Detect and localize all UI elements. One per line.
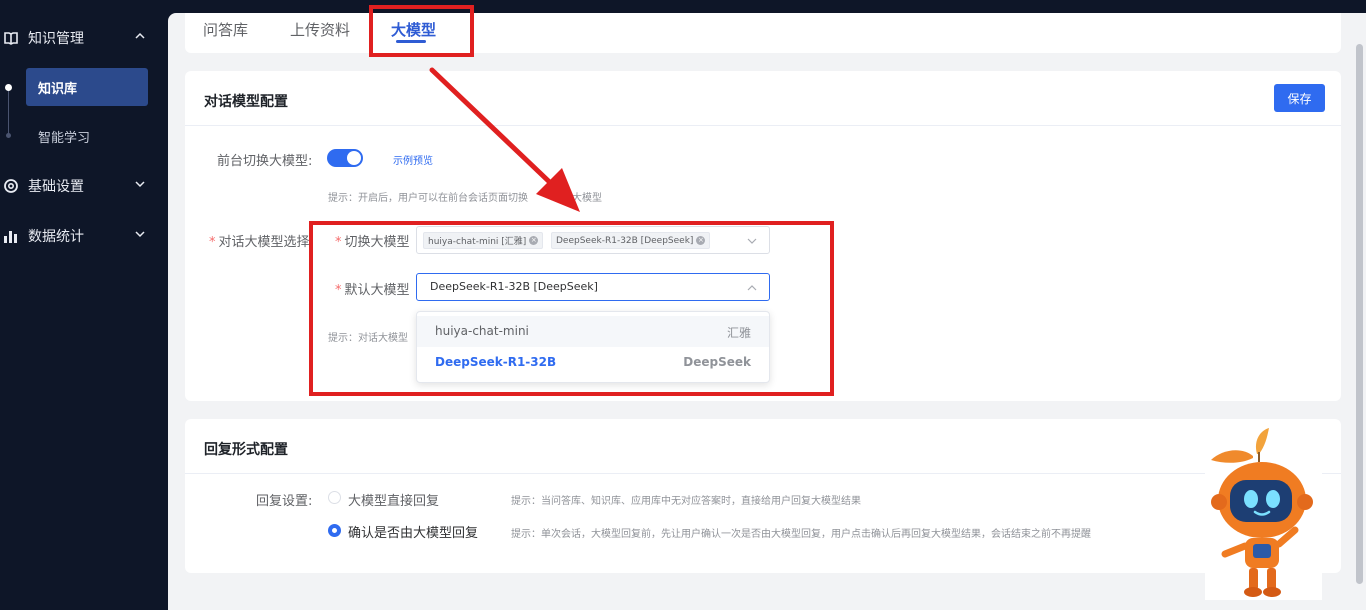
model-select-label: * 对话大模型选择: <box>209 235 314 250</box>
tab-upload-materials[interactable]: 上传资料 <box>290 19 350 40</box>
radio-direct-reply[interactable] <box>328 491 341 504</box>
robot-icon <box>1211 428 1313 597</box>
nav-group-label: 知识管理 <box>28 31 84 47</box>
radio-hint: 提示：当问答库、知识库、应用库中无对应答案时，直接给用户回复大模型结果 <box>511 496 861 507</box>
switch-label: 前台切换大模型: <box>217 154 313 169</box>
radio-label[interactable]: 确认是否由大模型回复 <box>348 522 478 541</box>
scrollbar-thumb[interactable] <box>1356 44 1363 584</box>
chevron-up-icon <box>135 32 145 39</box>
annotation-box-tab <box>369 5 474 57</box>
save-button[interactable]: 保存 <box>1274 84 1325 112</box>
radio-label[interactable]: 大模型直接回复 <box>348 490 439 509</box>
switch-hint-tail: 大模型 <box>572 193 602 204</box>
settings-icon <box>2 177 20 195</box>
chevron-down-icon <box>135 231 145 238</box>
book-icon <box>2 29 20 47</box>
tabs-bar: 问答库 上传资料 大模型 <box>185 13 1341 53</box>
card-title: 回复形式配置 <box>204 442 288 458</box>
annotation-box-model-select <box>309 221 834 396</box>
bar-chart-icon <box>2 227 20 245</box>
model-switch-toggle[interactable] <box>327 149 363 167</box>
reply-setting-label: 回复设置: <box>256 494 313 509</box>
divider <box>185 473 1341 474</box>
tree-dot <box>6 133 11 138</box>
nav-group-basic-settings[interactable]: 基础设置 <box>0 170 168 202</box>
assistant-mascot[interactable] <box>1205 422 1322 600</box>
nav-group-label: 数据统计 <box>28 229 84 245</box>
sidebar-item-label: 知识库 <box>38 81 78 97</box>
tab-qa-library[interactable]: 问答库 <box>203 19 248 40</box>
switch-knob <box>347 151 361 165</box>
chevron-down-icon <box>135 181 145 188</box>
radio-hint: 提示：单次会话，大模型回复前，先让用户确认一次是否由大模型回复，用户点击确认后再… <box>511 529 1091 540</box>
divider <box>185 125 1341 126</box>
nav-group-data-statistics[interactable]: 数据统计 <box>0 220 168 252</box>
nav-group-knowledge-management[interactable]: 知识管理 <box>0 22 168 54</box>
radio-confirm-reply[interactable] <box>328 524 341 537</box>
tree-dot-active <box>5 84 12 91</box>
switch-hint: 提示：开启后，用户可以在前台会话页面切换 <box>328 193 528 204</box>
tree-line <box>8 87 9 137</box>
card-title: 对话模型配置 <box>204 94 288 110</box>
nav-group-label: 基础设置 <box>28 179 84 195</box>
sidebar-item-knowledge-base[interactable]: 知识库 <box>26 68 148 106</box>
sidebar: 知识管理 知识库 智能学习 基础设置 数据统计 <box>0 0 168 610</box>
sidebar-item-smart-learning[interactable]: 智能学习 <box>26 117 148 155</box>
preview-link[interactable]: 示例预览 <box>393 152 433 167</box>
sidebar-item-label: 智能学习 <box>38 130 91 146</box>
